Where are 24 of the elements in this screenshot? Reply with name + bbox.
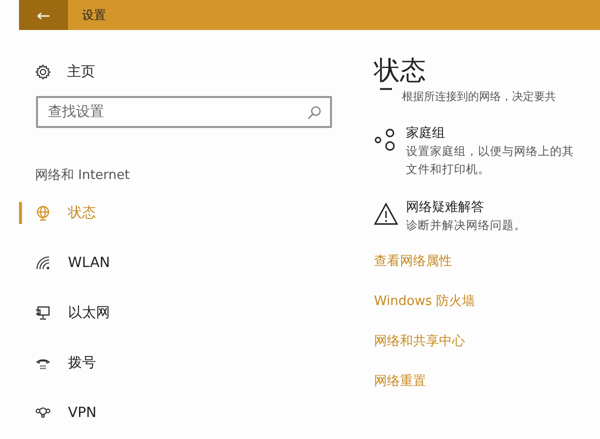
sidebar-item[interactable]: 以太网 bbox=[19, 288, 235, 338]
sidebar-item[interactable]: VPN bbox=[19, 388, 235, 438]
settings-icon bbox=[35, 64, 51, 80]
entry-description: 文件和打印机。 bbox=[406, 161, 490, 178]
home-link[interactable]: 主页 bbox=[19, 60, 95, 84]
dash-icon bbox=[380, 88, 392, 92]
wifi-icon bbox=[35, 255, 51, 271]
section-heading: 网络和 Internet bbox=[35, 167, 130, 184]
entry-title[interactable]: 家庭组 bbox=[406, 124, 574, 142]
entry-description: 诊断并解决网络问题。 bbox=[406, 217, 526, 234]
sidebar-item[interactable]: WLAN bbox=[19, 238, 235, 288]
monitor-icon bbox=[35, 305, 51, 321]
search-icon bbox=[307, 105, 322, 120]
sidebar-item[interactable]: 拨号 bbox=[19, 338, 235, 388]
page-heading: 状态 bbox=[374, 55, 427, 88]
vpn-icon bbox=[35, 405, 51, 421]
entry-description: 设置家庭组，以便与网络上的其 bbox=[406, 143, 574, 160]
entry-title[interactable]: 网络疑难解答 bbox=[406, 198, 526, 216]
window-title: 设置 bbox=[82, 6, 106, 24]
search-field[interactable]: 查找设置 bbox=[36, 96, 332, 128]
warning-icon bbox=[374, 202, 398, 226]
back-button[interactable]: ← bbox=[19, 0, 68, 30]
description-text: 根据所连接到的网络，决定要共 bbox=[402, 88, 556, 104]
globe-icon bbox=[35, 205, 51, 221]
